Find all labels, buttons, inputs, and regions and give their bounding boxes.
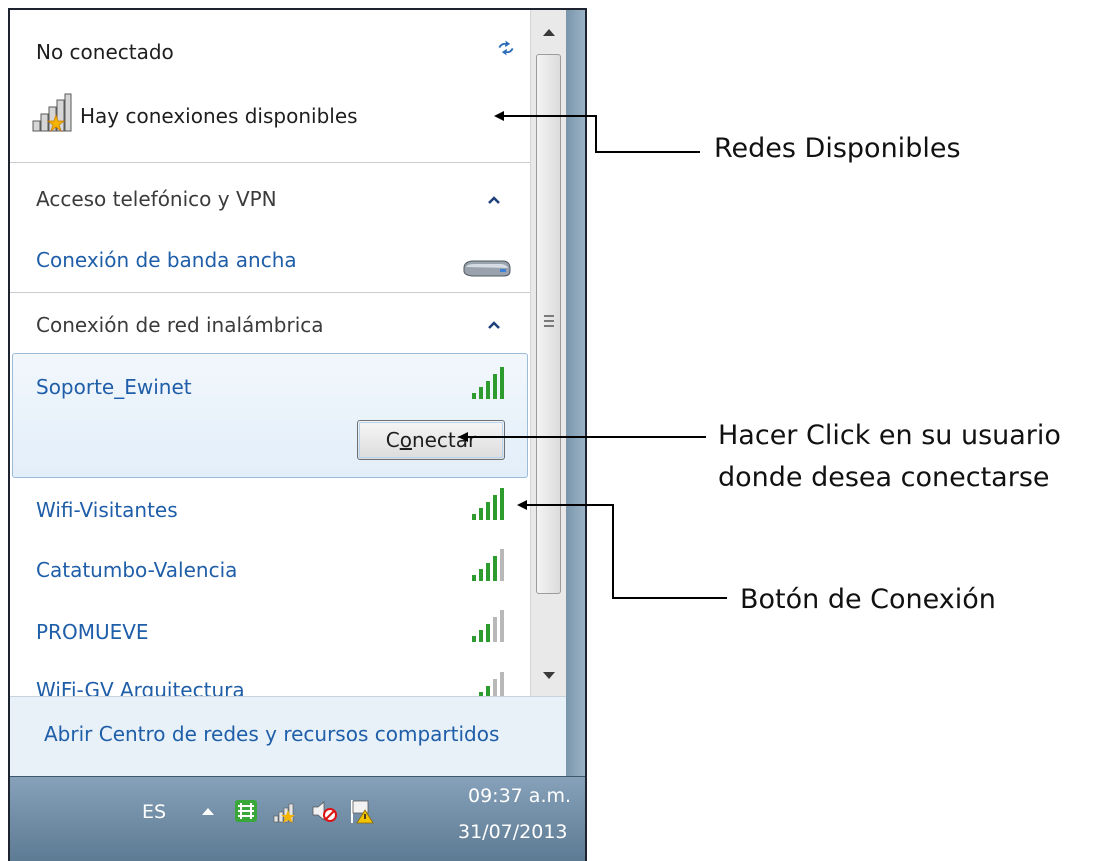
annotation-click-line1: Hacer Click en su usuario	[718, 420, 1061, 451]
annotation-arrow-boton	[517, 500, 727, 599]
annotation-arrow-redes	[494, 111, 700, 153]
annotation-boton-conexion: Botón de Conexión	[740, 584, 996, 615]
annotation-click-line2: donde desea conectarse	[718, 462, 1050, 493]
annotation-redes-disponibles: Redes Disponibles	[714, 133, 961, 164]
